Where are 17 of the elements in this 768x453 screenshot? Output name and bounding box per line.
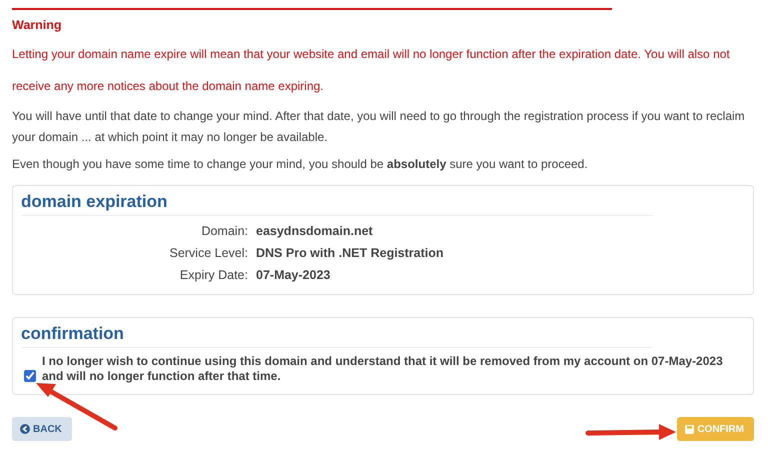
field-label: Service Level: <box>168 245 248 262</box>
paragraph: Even though you have some time to change your mind, you should be absolutely sure you want to proceed. <box>12 156 589 173</box>
confirmation-text: I no longer wish to continue using this domain and understand that it will be removed from my account on 07-May-2023 and will no longer function after that time. <box>42 354 724 384</box>
confirm-checkbox[interactable] <box>24 370 36 382</box>
field-label: Expiry Date: <box>178 267 248 284</box>
back-icon <box>20 424 30 434</box>
back-button[interactable]: BACK <box>12 417 72 441</box>
section-title: confirmation <box>21 324 653 348</box>
field-value: DNS Pro with .NET Registration <box>256 245 445 262</box>
warning-message: Letting your domain name expire will mean that your website and email will no longer function after the expiration date. You will also not receive any more notices about the domain name expiring. <box>12 46 731 95</box>
section-title: domain expiration <box>21 192 653 216</box>
paragraph: You will have until that date to change your mind. After that date, you will need to go through the registration process if you want to reclaim your domain ... at which point it may no longer be available. <box>12 108 746 146</box>
field-value: 07-May-2023 <box>256 267 332 284</box>
save-icon <box>685 424 694 434</box>
warning-title: Warning <box>12 18 63 32</box>
field-value: easydnsdomain.net <box>256 223 374 240</box>
field-label: Domain: <box>200 223 248 240</box>
